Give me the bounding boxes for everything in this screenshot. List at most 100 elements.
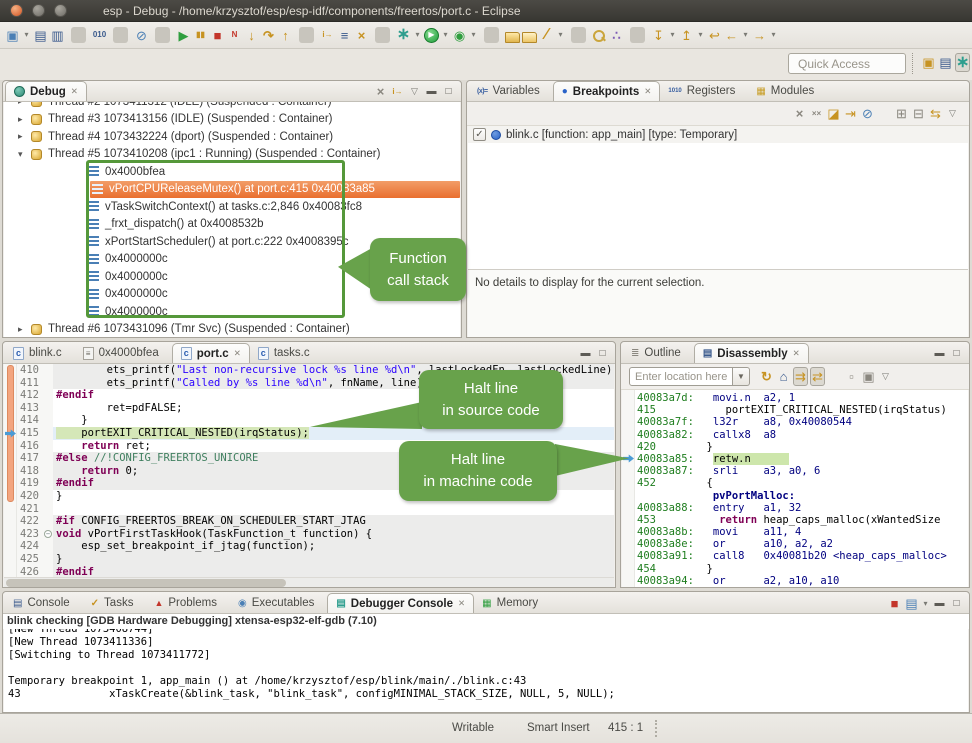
cpp-perspective-button[interactable]: ▤ [938,53,953,72]
disassembly-body[interactable]: 40083a7d: movi.n a2, 1415 portEXIT_CRITI… [622,390,968,587]
disassembly-line[interactable]: 420 } [637,441,968,453]
wand-dropdown-icon[interactable]: ▾ [556,26,565,45]
debug-tree-row[interactable]: 0x4000bfea [4,163,460,181]
disassembly-line[interactable]: 40083a87: srli a3, a0, 6 [637,465,968,477]
debug-perspective-button[interactable]: ∗ [955,53,970,72]
disconnect-icon[interactable]: N [227,26,242,45]
step-into-icon[interactable]: ↓ [244,26,259,45]
code-line[interactable]: 422#if CONFIG_FREERTOS_BREAK_ON_SCHEDULE… [17,515,614,528]
console-output[interactable]: [New Thread 1073408744][New Thread 10734… [4,629,968,712]
follow-pc-icon[interactable]: ⇉ [793,367,808,386]
tab-close-icon[interactable]: ✕ [458,598,465,609]
step-over-icon[interactable]: ↷ [261,26,276,45]
breakpoint-checkbox[interactable]: ✓ [473,128,486,141]
gap[interactable] [877,104,892,123]
disassembly-line[interactable]: 453 return heap_caps_malloc(xWantedSize [637,514,968,526]
open-project-icon[interactable] [522,32,537,43]
last-edit-location-icon[interactable]: ↩ [707,26,722,45]
disassembly-line[interactable]: 40083a94: or a2, a10, a10 [637,575,968,587]
expand-all-icon[interactable]: ⊞ [894,104,909,123]
previous-annotation-dropdown-icon[interactable]: ▾ [696,26,705,45]
sync-selection-icon[interactable]: ⇄ [810,367,825,386]
line-number[interactable]: 410 [17,364,44,377]
run-launch-icon[interactable]: ▶ [424,28,439,43]
statusbar-handle[interactable] [655,720,657,737]
tab-close-icon[interactable]: ✕ [644,86,651,97]
console-dropdown-icon[interactable]: ▾ [921,594,930,613]
skip-all-breakpoints-icon[interactable]: ⊘ [860,104,875,123]
disassembly-line[interactable]: 452 { [637,477,968,489]
code-line[interactable]: 421 [17,503,614,516]
disassembly-line[interactable]: 454 } [637,563,968,575]
open-view-icon[interactable]: ▣ [861,367,876,386]
line-number[interactable]: 414 [17,414,44,427]
search-icon[interactable] [592,29,607,42]
step-filters-icon[interactable]: × [354,26,369,45]
home-icon[interactable]: ⌂ [776,367,791,386]
collapse-all-icon[interactable]: ⊟ [911,104,926,123]
maximize-icon[interactable]: □ [949,344,964,363]
tab-disassembly[interactable]: ▤ Disassembly ✕ [694,343,809,363]
skip-all-breakpoints-icon[interactable]: ⊘ [134,26,149,45]
new-dropdown-icon[interactable]: ▾ [22,26,31,45]
tab-console[interactable]: ▤ Console [5,593,83,613]
previous-annotation-icon[interactable]: ↥ [679,26,694,45]
debug-tree-row[interactable]: vPortCPUReleaseMutex() at port.c:415 0x4… [90,181,460,199]
instruction-stepping-icon[interactable]: i→ [390,82,405,101]
debug-tree-row[interactable]: ▸ Thread #3 1073413156 (IDLE) (Suspended… [4,111,460,129]
binary-console-icon[interactable]: 010 [92,26,107,45]
line-number[interactable]: 412 [17,389,44,402]
tab-close-icon[interactable]: ✕ [71,86,78,97]
tab-close-icon[interactable]: ✕ [793,348,800,359]
window-maximize-button[interactable] [54,4,67,17]
new-wizard-icon[interactable]: ▣ [5,26,20,45]
new-wizard-wand-icon[interactable]: ∕ [539,26,554,45]
marketplace-icon[interactable]: ∴ [609,26,624,45]
disassembly-code[interactable]: 40083a7d: movi.n a2, 1415 portEXIT_CRITI… [637,392,968,587]
back-dropdown-icon[interactable]: ▾ [741,26,750,45]
line-number[interactable]: 419 [17,477,44,490]
debug-tree-row[interactable]: ▸ Thread #4 1073432224 (dport) (Suspende… [4,128,460,146]
debug-tree-row[interactable]: ▾ Thread #5 1073410208 (ipc1 : Running) … [4,146,460,164]
debug-dropdown-icon[interactable]: ▾ [413,26,422,45]
disassembly-line[interactable]: 40083a85: retw.n [637,453,968,465]
separator[interactable] [113,27,128,43]
step-return-icon[interactable]: ↑ [278,26,293,45]
expand-arrow-icon[interactable]: ▾ [18,149,31,160]
remove-all-terminated-icon[interactable]: × [373,82,388,101]
minimize-icon[interactable]: ▬ [424,82,439,101]
new-project-icon[interactable] [505,32,520,43]
expand-arrow-icon[interactable]: ▸ [18,102,31,107]
window-close-button[interactable] [10,4,23,17]
disassembly-line[interactable]: 40083a8b: movi a11, 4 [637,526,968,538]
tab-blink-c[interactable]: c blink.c [5,343,75,363]
minimize-icon[interactable]: ▬ [578,344,593,363]
code-line[interactable]: 424 esp_set_breakpoint_if_jtag(function)… [17,540,614,553]
show-debug-lines-icon[interactable]: ≡ [337,26,352,45]
profile-launch-icon[interactable]: ◉ [452,26,467,45]
expand-arrow-icon[interactable]: ▸ [18,131,31,142]
remove-all-icon[interactable]: ×× [809,104,824,123]
line-number[interactable]: 424 [17,540,44,553]
tab-breakpoints[interactable]: ● Breakpoints ✕ [553,81,661,101]
separator[interactable] [375,27,390,43]
next-annotation-icon[interactable]: ↧ [651,26,666,45]
tab-memory[interactable]: ▦ Memory [474,593,551,613]
separator[interactable] [484,27,499,43]
disassembly-line[interactable]: 40083a82: callx8 a8 [637,429,968,441]
expand-arrow-icon[interactable]: ▸ [18,114,31,125]
remove-selected-icon[interactable]: × [792,104,807,123]
disassembly-line[interactable]: 40083a7d: movi.n a2, 1 [637,392,968,404]
tab-0x4000bfea[interactable]: ≡ 0x4000bfea [75,343,172,363]
separator[interactable] [299,27,314,43]
tab-debugger-console[interactable]: ▤ Debugger Console ✕ [327,593,474,613]
disassembly-line[interactable]: 415 portEXIT_CRITICAL_NESTED(irqStatus) [637,404,968,416]
location-dropdown-icon[interactable]: ▼ [733,367,750,386]
minimize-icon[interactable]: ▬ [932,344,947,363]
tab-port-c[interactable]: c port.c ✕ [172,343,250,363]
tab-outline[interactable]: ≣ Outline [623,343,694,363]
line-number[interactable]: 420 [17,490,44,503]
maximize-icon[interactable]: □ [595,344,610,363]
debug-tree-row[interactable]: ▸ Thread #6 1073431096 (Tmr Svc) (Suspen… [4,321,460,338]
save-icon[interactable]: ▤ [33,26,48,45]
